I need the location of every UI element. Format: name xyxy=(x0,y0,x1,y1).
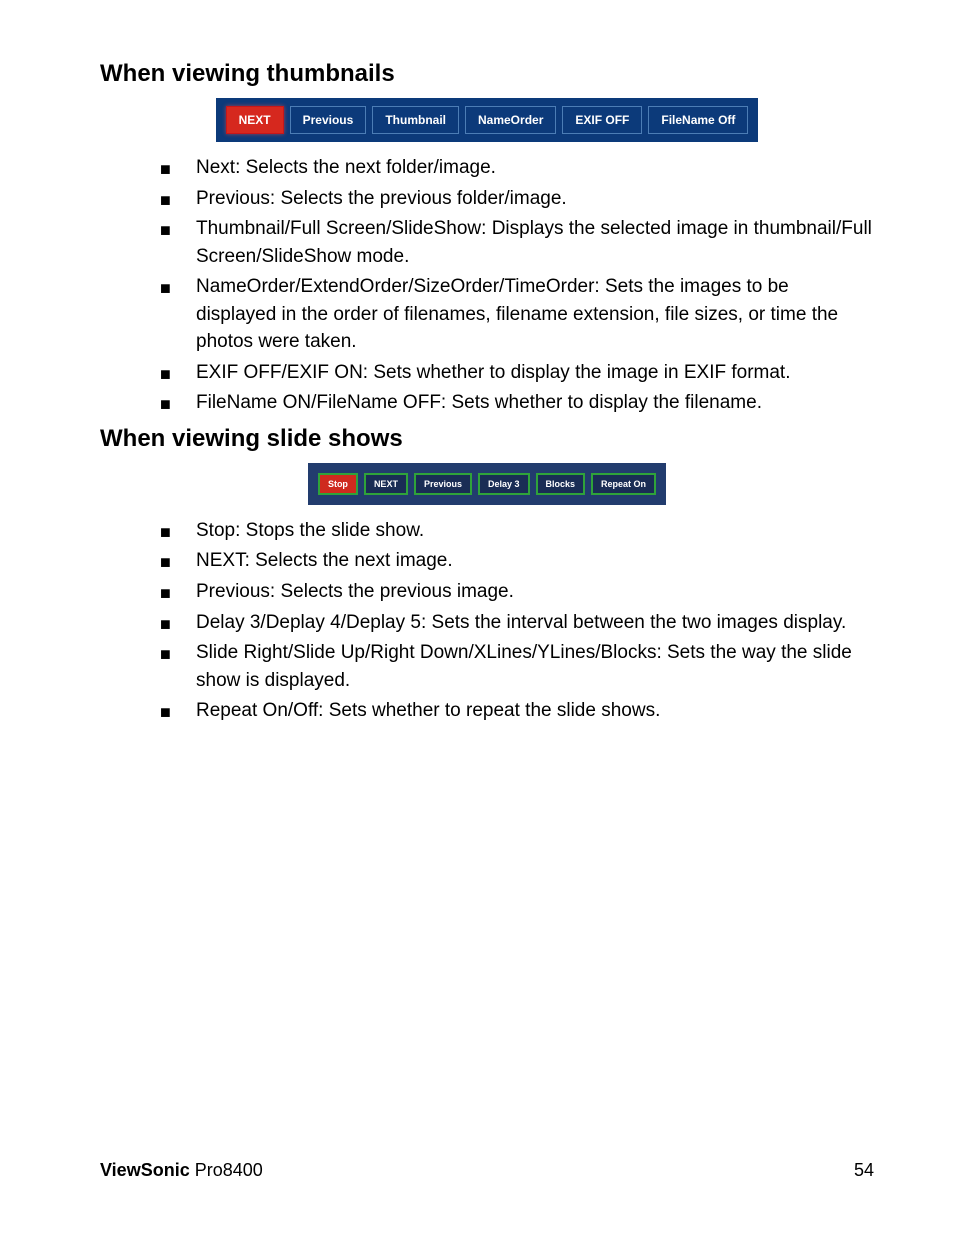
previous-button[interactable]: Previous xyxy=(290,106,367,134)
stop-button[interactable]: Stop xyxy=(318,473,358,495)
next-button[interactable]: NEXT xyxy=(226,106,284,134)
list-item: Stop: Stops the slide show. xyxy=(160,517,874,545)
toolbar-slideshow-wrap: Stop NEXT Previous Delay 3 Blocks Repeat… xyxy=(100,463,874,505)
list-item: NameOrder/ExtendOrder/SizeOrder/TimeOrde… xyxy=(160,273,874,356)
footer-brand-model: ViewSonic Pro8400 xyxy=(100,1160,263,1181)
repeat-on-button[interactable]: Repeat On xyxy=(591,473,656,495)
list-item: Next: Selects the next folder/image. xyxy=(160,154,874,182)
exif-off-button[interactable]: EXIF OFF xyxy=(562,106,642,134)
list-item: Previous: Selects the previous folder/im… xyxy=(160,185,874,213)
next-button-slide[interactable]: NEXT xyxy=(364,473,408,495)
toolbar-thumbnails-wrap: NEXT Previous Thumbnail NameOrder EXIF O… xyxy=(100,98,874,142)
section1-heading: When viewing thumbnails xyxy=(100,60,874,88)
list-item: NEXT: Selects the next image. xyxy=(160,547,874,575)
delay3-button[interactable]: Delay 3 xyxy=(478,473,530,495)
blocks-button[interactable]: Blocks xyxy=(536,473,586,495)
list-item: FileName ON/FileName OFF: Sets whether t… xyxy=(160,389,874,417)
list-item: Thumbnail/Full Screen/SlideShow: Display… xyxy=(160,215,874,270)
toolbar-thumbnails: NEXT Previous Thumbnail NameOrder EXIF O… xyxy=(216,98,759,142)
list-item: Repeat On/Off: Sets whether to repeat th… xyxy=(160,697,874,725)
previous-button-slide[interactable]: Previous xyxy=(414,473,472,495)
footer-model-text: Pro8400 xyxy=(195,1160,263,1180)
thumbnail-button[interactable]: Thumbnail xyxy=(372,106,459,134)
filename-off-button[interactable]: FileName Off xyxy=(648,106,748,134)
list-item: Previous: Selects the previous image. xyxy=(160,578,874,606)
footer-brand: ViewSonic xyxy=(100,1160,190,1180)
list-item: Slide Right/Slide Up/Right Down/XLines/Y… xyxy=(160,639,874,694)
page-number: 54 xyxy=(854,1160,874,1181)
list-item: EXIF OFF/EXIF ON: Sets whether to displa… xyxy=(160,359,874,387)
nameorder-button[interactable]: NameOrder xyxy=(465,106,556,134)
toolbar-slideshow: Stop NEXT Previous Delay 3 Blocks Repeat… xyxy=(308,463,666,505)
section2-heading: When viewing slide shows xyxy=(100,425,874,453)
page-footer: ViewSonic Pro8400 54 xyxy=(100,1160,874,1181)
list-item: Delay 3/Deplay 4/Deplay 5: Sets the inte… xyxy=(160,609,874,637)
section2-list: Stop: Stops the slide show. NEXT: Select… xyxy=(100,517,874,725)
section1-list: Next: Selects the next folder/image. Pre… xyxy=(100,154,874,417)
